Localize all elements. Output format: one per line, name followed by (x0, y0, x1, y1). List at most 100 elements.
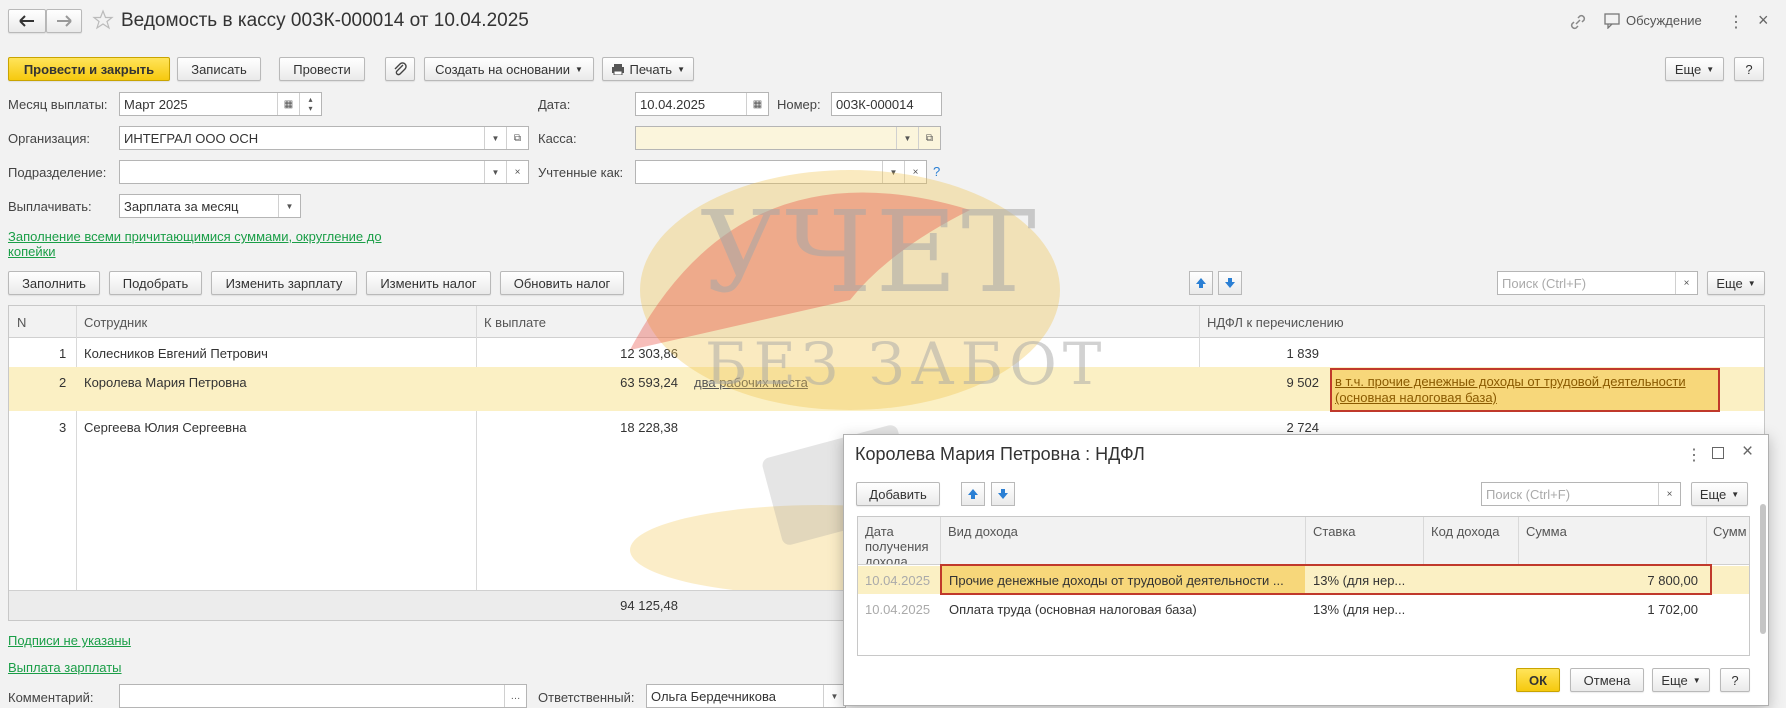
change-tax-button[interactable]: Изменить налог (366, 271, 491, 295)
link-icon[interactable] (1568, 12, 1588, 32)
date-field[interactable]: 10.04.2025 ▦ (635, 92, 769, 116)
col-divider (1423, 517, 1424, 565)
save-button[interactable]: Записать (177, 57, 261, 81)
arrow-down-icon (998, 489, 1008, 499)
dropdown-arrow-icon: ▼ (574, 64, 583, 74)
col-header-sum: Сумма (1526, 524, 1567, 539)
col-header-employee: Сотрудник (84, 315, 148, 330)
dialog-search-input[interactable]: Поиск (Ctrl+F) × (1481, 482, 1681, 506)
responsible-label: Ответственный: (538, 690, 635, 705)
col-header-income-code: Код дохода (1431, 524, 1500, 539)
row-number: 1 (59, 346, 67, 361)
move-up-button[interactable] (1189, 271, 1213, 295)
help-button[interactable]: ? (1734, 57, 1764, 81)
create-based-button[interactable]: Создать на основании ▼ (424, 57, 594, 81)
dropdown-arrow-icon[interactable]: ▼ (278, 195, 300, 217)
attach-button[interactable] (385, 57, 415, 81)
table-search-input[interactable]: Поиск (Ctrl+F) × (1497, 271, 1698, 295)
income-type: Оплата труда (основная налоговая база) (949, 602, 1197, 617)
month-label: Месяц выплаты: (8, 97, 108, 112)
dialog-more-button[interactable]: Еще ▼ (1691, 482, 1748, 506)
org-value: ИНТЕГРАЛ ООО ОСН (124, 130, 259, 146)
dialog-scrollbar[interactable] (1760, 504, 1766, 634)
row-number: 3 (59, 420, 67, 435)
pay-field[interactable]: Зарплата за месяц ▼ (119, 194, 301, 218)
maximize-icon[interactable] (1712, 447, 1724, 459)
open-icon[interactable]: ⧉ (506, 127, 528, 149)
income-date: 10.04.2025 (865, 573, 931, 588)
add-button[interactable]: Добавить (856, 482, 940, 506)
calendar-icon[interactable]: ▦ (277, 93, 299, 115)
back-button[interactable] (8, 9, 46, 33)
dropdown-arrow-icon: ▼ (1692, 675, 1701, 685)
window-title: Ведомость в кассу 00ЗК-000014 от 10.04.2… (121, 10, 529, 31)
clear-icon[interactable]: × (506, 161, 528, 183)
income-rate: 13% (для нер... (1313, 602, 1406, 617)
more-vertical-icon[interactable]: ⋮ (1686, 445, 1702, 465)
calendar-icon[interactable]: ▦ (746, 93, 768, 115)
number-label: Номер: (777, 97, 821, 112)
dialog-footer-more-button[interactable]: Еще ▼ (1652, 668, 1710, 692)
ellipsis-icon[interactable]: … (504, 685, 526, 707)
arrow-right-icon (57, 15, 72, 27)
discuss-link[interactable]: Обсуждение (1626, 13, 1702, 28)
paperclip-icon (394, 62, 407, 76)
forward-button[interactable] (46, 9, 82, 33)
comment-field[interactable]: … (119, 684, 527, 708)
printer-icon (612, 64, 624, 75)
dropdown-arrow-icon[interactable]: ▼ (823, 685, 845, 707)
more-label: Еще (1661, 672, 1688, 688)
clear-icon[interactable]: × (1675, 272, 1697, 294)
payout-link[interactable]: Выплата зарплаты (8, 660, 122, 675)
change-salary-button[interactable]: Изменить зарплату (211, 271, 357, 295)
arrow-left-icon (19, 15, 34, 27)
dropdown-arrow-icon: ▼ (677, 64, 685, 74)
post-button[interactable]: Провести (279, 57, 365, 81)
dropdown-arrow-icon[interactable]: ▼ (484, 127, 506, 149)
cancel-button[interactable]: Отмена (1570, 668, 1644, 692)
dropdown-arrow-icon[interactable]: ▼ (484, 161, 506, 183)
spinner-icon[interactable]: ▴ ▾ (299, 93, 321, 115)
discuss-icon[interactable] (1604, 13, 1622, 30)
dialog-help-button[interactable]: ? (1720, 668, 1750, 692)
create-based-label: Создать на основании (435, 61, 570, 77)
dept-label: Подразделение: (8, 165, 107, 180)
col-divider (1518, 517, 1519, 565)
watermark-subtitle: БЕЗ ЗАБОТ (705, 330, 1108, 398)
org-field[interactable]: ИНТЕГРАЛ ООО ОСН ▼ ⧉ (119, 126, 529, 150)
signatures-link[interactable]: Подписи не указаны (8, 633, 131, 648)
pay-value: Зарплата за месяц (124, 198, 239, 214)
col-header-income-type: Вид дохода (948, 524, 1018, 539)
fill-button[interactable]: Заполнить (8, 271, 100, 295)
employee-name: Колесников Евгений Петрович (84, 346, 268, 361)
close-icon[interactable]: × (1742, 441, 1753, 463)
responsible-field[interactable]: Ольга Бердечникова ▼ (646, 684, 846, 708)
number-value: 00ЗК-000014 (836, 96, 914, 112)
print-button[interactable]: Печать ▼ (602, 57, 694, 81)
close-icon[interactable]: × (1758, 10, 1769, 31)
col-header-date: Дата получения дохода (865, 524, 929, 564)
favorite-star-icon[interactable] (92, 9, 114, 31)
ok-button[interactable]: ОК (1516, 668, 1560, 692)
fill-rounding-link[interactable]: Заполнение всеми причитающимися суммами,… (8, 229, 418, 259)
dept-field[interactable]: ▼ × (119, 160, 529, 184)
month-field[interactable]: Март 2025 ▦ ▴ ▾ (119, 92, 322, 116)
col-header-pay: К выплате (484, 315, 547, 330)
move-down-button[interactable] (1218, 271, 1242, 295)
clear-icon[interactable]: × (1658, 483, 1680, 505)
date-value: 10.04.2025 (640, 96, 706, 112)
tax-note-link[interactable]: в т.ч. прочие денежные доходы от трудово… (1335, 374, 1715, 406)
dialog-move-down-button[interactable] (991, 482, 1015, 506)
post-and-close-button[interactable]: Провести и закрыть (8, 57, 170, 81)
col-divider (1305, 517, 1306, 565)
more-button[interactable]: Еще ▼ (1665, 57, 1724, 81)
number-field[interactable]: 00ЗК-000014 (831, 92, 942, 116)
pick-button[interactable]: Подобрать (109, 271, 202, 295)
table-more-button[interactable]: Еще ▼ (1707, 271, 1765, 295)
dialog-move-up-button[interactable] (961, 482, 985, 506)
employee-name: Королева Мария Петровна (84, 375, 247, 390)
col-header-rate: Ставка (1313, 524, 1356, 539)
more-vertical-icon[interactable]: ⋮ (1728, 12, 1744, 32)
tax-amount: 9 502 (1286, 375, 1319, 390)
income-rate: 13% (для нер... (1313, 573, 1406, 588)
